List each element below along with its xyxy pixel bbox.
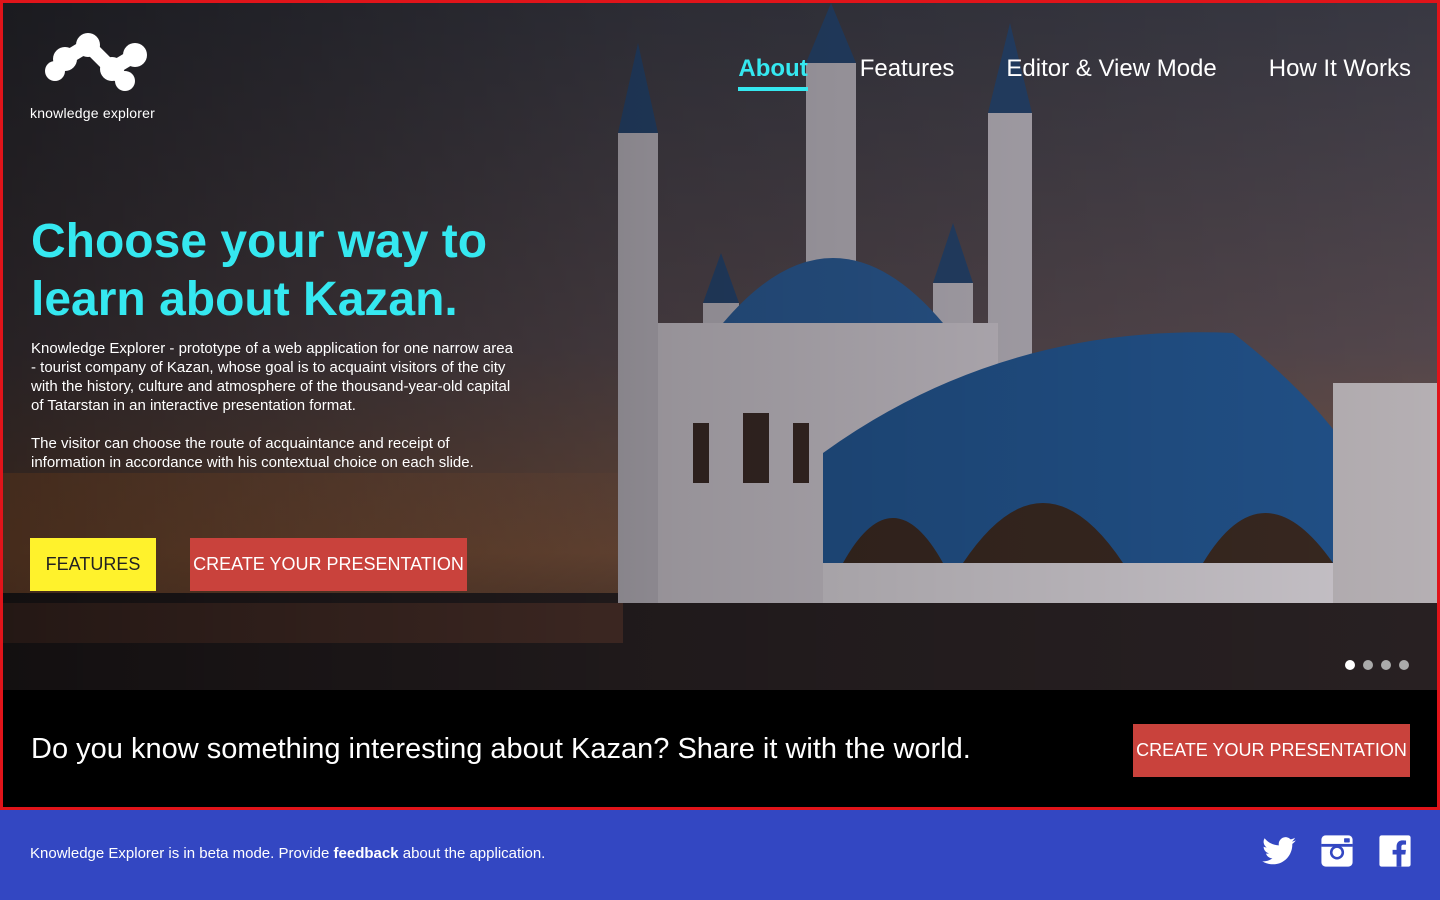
nav-item-features[interactable]: Features [860, 55, 955, 91]
slider-dot-3[interactable] [1381, 660, 1391, 670]
page-frame: knowledge explorer About Features Editor… [0, 0, 1440, 810]
main-nav: About Features Editor & View Mode How It… [738, 55, 1411, 91]
slider-dot-2[interactable] [1363, 660, 1373, 670]
create-presentation-button[interactable]: CREATE YOUR PRESENTATION [190, 538, 467, 591]
hero-description: Knowledge Explorer - prototype of a web … [31, 339, 521, 491]
call-to-action-text: Do you know something interesting about … [31, 733, 971, 765]
nav-item-editor-view-mode[interactable]: Editor & View Mode [1006, 55, 1216, 91]
slider-dot-4[interactable] [1399, 660, 1409, 670]
footer-text-after: about the application. [398, 845, 546, 862]
hero-paragraph: Knowledge Explorer - prototype of a web … [31, 340, 513, 414]
slider-dots [1345, 660, 1409, 670]
call-to-action-band: Do you know something interesting about … [3, 690, 1437, 807]
facebook-icon[interactable] [1378, 834, 1412, 873]
nav-item-about[interactable]: About [738, 55, 808, 91]
twitter-icon[interactable] [1262, 837, 1296, 870]
nav-item-how-it-works[interactable]: How It Works [1269, 55, 1411, 91]
instagram-icon[interactable] [1320, 834, 1354, 873]
slider-dot-1[interactable] [1345, 660, 1355, 670]
hero-headline: Choose your way to learn about Kazan. [31, 215, 488, 326]
logo-text: knowledge explorer [30, 105, 156, 121]
footer: Knowledge Explorer is in beta mode. Prov… [0, 810, 1440, 900]
footer-text-before: Knowledge Explorer is in beta mode. Prov… [30, 845, 334, 862]
hero-paragraph: The visitor can choose the route of acqu… [31, 435, 474, 471]
feedback-link[interactable]: feedback [334, 845, 399, 862]
hero-slider: knowledge explorer About Features Editor… [3, 3, 1437, 690]
social-links [1262, 834, 1412, 873]
knowledge-explorer-logo-icon[interactable] [30, 29, 170, 99]
features-button[interactable]: FEATURES [30, 538, 156, 591]
footer-text: Knowledge Explorer is in beta mode. Prov… [30, 845, 545, 862]
create-presentation-button-secondary[interactable]: CREATE YOUR PRESENTATION [1133, 724, 1410, 777]
